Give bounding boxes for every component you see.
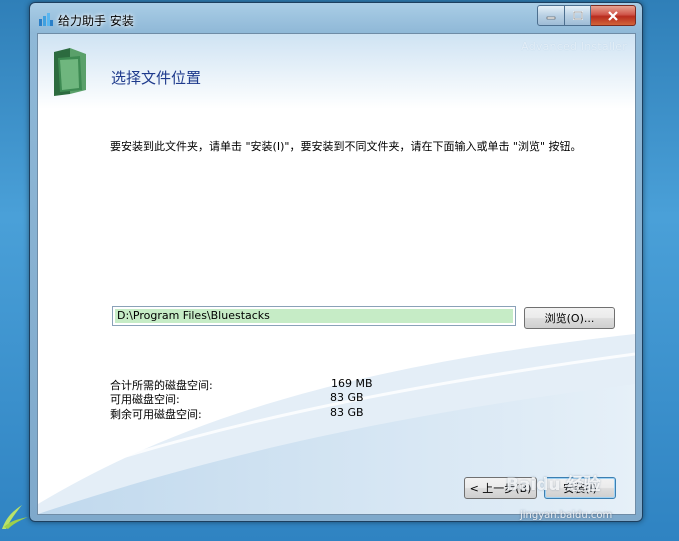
- maximize-button[interactable]: [565, 5, 591, 26]
- installer-content: Advanced Installer 选择文件位置 要安装到此文件夹，请单击 "…: [37, 33, 636, 515]
- install-path-field[interactable]: [115, 309, 513, 323]
- maximize-icon: [572, 11, 583, 20]
- brand-label: Advanced Installer: [521, 40, 627, 53]
- app-icon: [39, 13, 53, 26]
- close-icon: [608, 10, 618, 21]
- remaining-space-label: 剩余可用磁盘空间:: [110, 408, 202, 421]
- minimize-icon: [546, 16, 556, 19]
- window-title: 给力助手 安装: [58, 14, 134, 28]
- required-space-value: 169 MB: [331, 377, 373, 390]
- page-title: 选择文件位置: [111, 69, 202, 87]
- close-button[interactable]: [591, 5, 636, 26]
- available-space-value: 83 GB: [330, 391, 364, 404]
- browse-button[interactable]: 浏览(O)...: [524, 307, 615, 329]
- baidu-watermark: Baidu 经验: [506, 475, 601, 495]
- desktop-leaf-icon: [2, 505, 28, 529]
- available-space-label: 可用磁盘空间:: [110, 393, 180, 406]
- minimize-button[interactable]: [537, 5, 565, 26]
- baidu-watermark-url: jingyan.baidu.com: [520, 510, 613, 521]
- background-swoosh: [38, 34, 635, 514]
- instructions-text: 要安装到此文件夹，请单击 "安装(I)"，要安装到不同文件夹，请在下面输入或单击…: [110, 140, 582, 153]
- folder-icon: [54, 48, 86, 96]
- install-path-input[interactable]: [112, 306, 516, 326]
- title-bar[interactable]: 给力助手 安装: [30, 3, 642, 33]
- remaining-space-value: 83 GB: [330, 406, 364, 419]
- installer-window: 给力助手 安装 Advanced Installer 选择文件位置 要安装到此文…: [29, 2, 643, 522]
- caption-buttons: [537, 5, 636, 26]
